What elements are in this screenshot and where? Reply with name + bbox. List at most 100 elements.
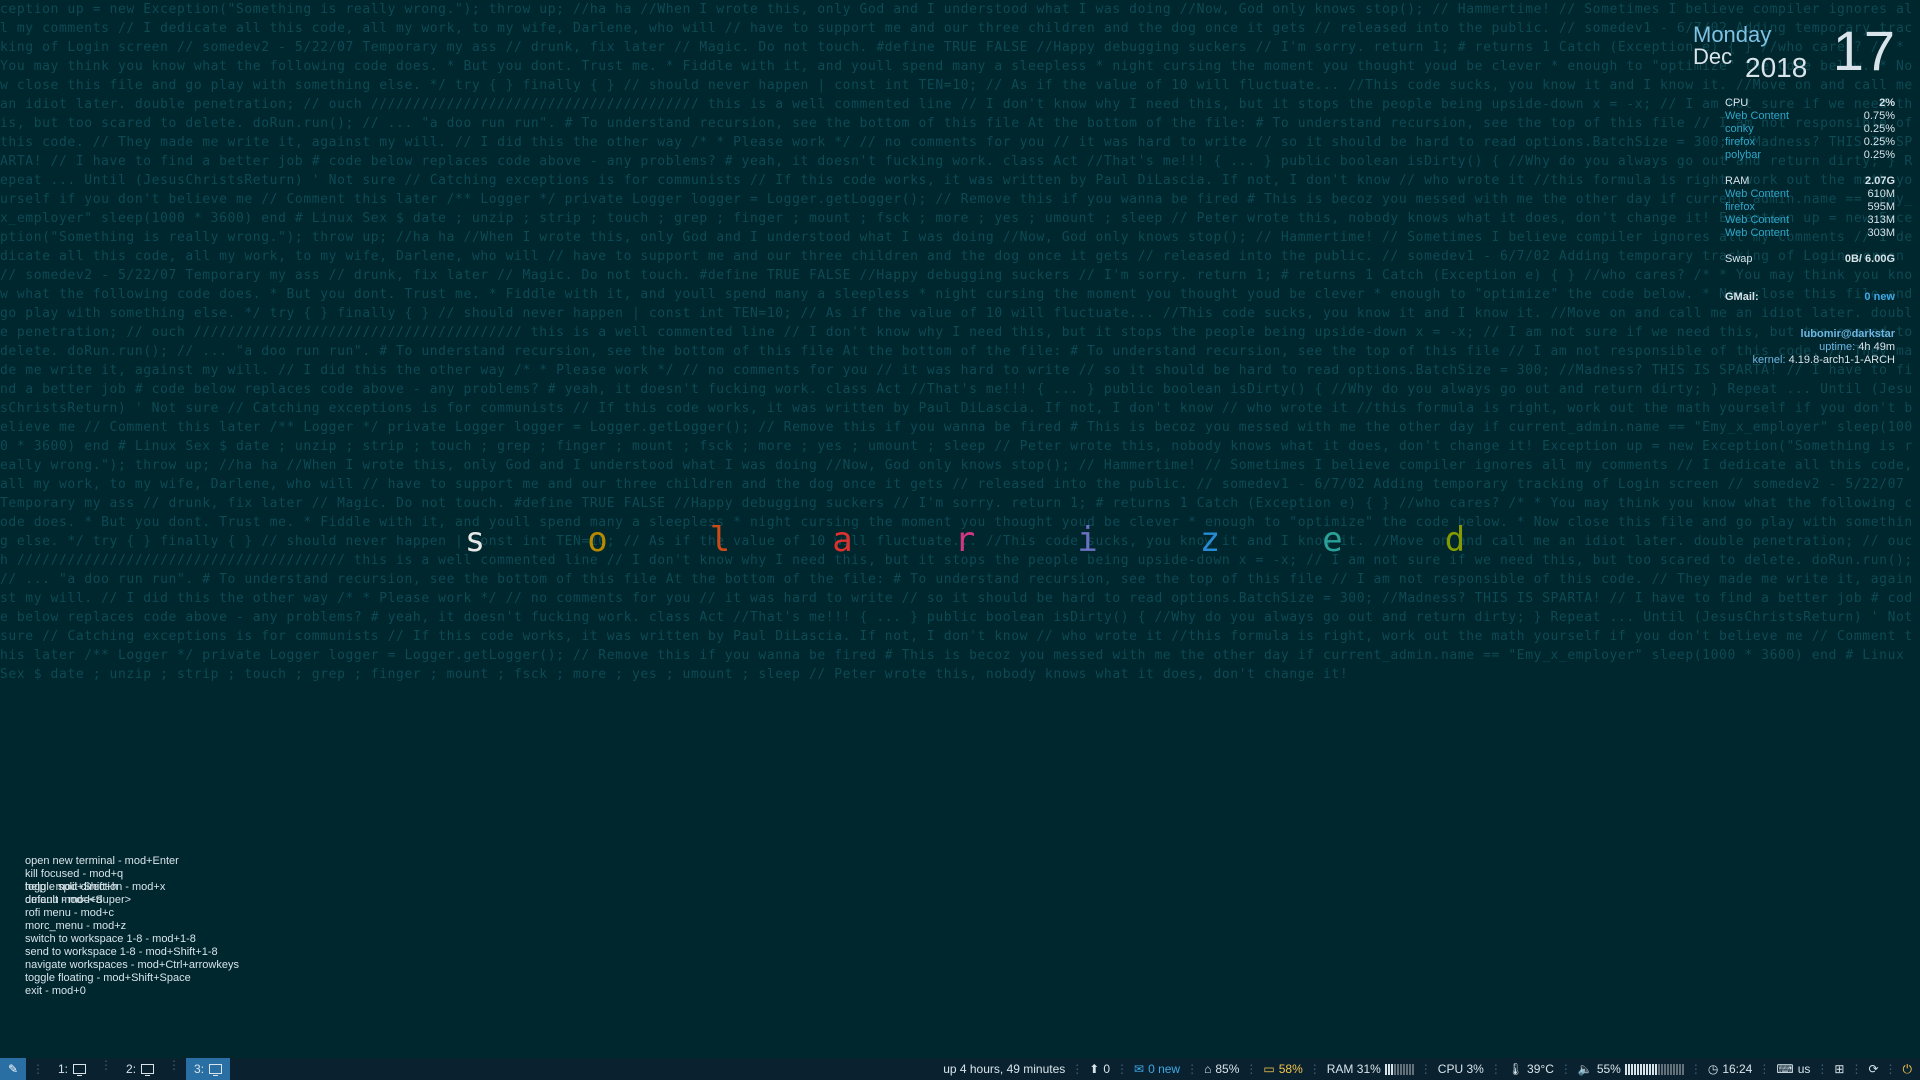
envelope-icon: ✉ (1134, 1062, 1145, 1076)
workspace-list: 1: ⋮ 2: ⋮ 3: (50, 1058, 231, 1080)
workspace-1[interactable]: 1: (50, 1058, 94, 1080)
temperature-module: 🌡 39°C (1507, 1062, 1554, 1076)
battery-icon: ▭ (1263, 1062, 1275, 1076)
ram-process-list: Web Content 610M firefox 595M Web Content 313… (1725, 188, 1895, 240)
keybinding-line: exit - mod+0 (25, 985, 86, 997)
default-mod-line: default mod=<Super> (25, 894, 132, 906)
refresh-icon[interactable]: ⟳ (1868, 1062, 1878, 1076)
gmail-value: 0 new (1864, 291, 1895, 303)
title-letter: o (587, 520, 608, 560)
kernel-value: 4.19.8-arch1-1-ARCH (1788, 354, 1895, 366)
uptime-text: up 4 hours, 49 minutes (943, 1062, 1066, 1076)
keybinding-line: switch to workspace 1-8 - mod+1-8 (25, 933, 196, 945)
updates-module[interactable]: ⬆ 0 (1089, 1062, 1110, 1076)
bar-modules: up 4 hours, 49 minutes ⋮ ⬆ 0 ⋮ ✉ 0 new ⋮ ⌂… (943, 1061, 1913, 1077)
speaker-icon: 🔈 (1577, 1062, 1593, 1076)
day-number: 17 (1832, 19, 1895, 82)
title-letter: d (1444, 520, 1466, 560)
meter-segment (1390, 1063, 1393, 1075)
swap-value: 0B/ 6.00G (1844, 253, 1895, 265)
manjaro-logo-icon[interactable]: ✎ (0, 1058, 26, 1080)
conky-panel: Monday Dec 2018 17 CPU 2% Web Content 0.7… (1693, 0, 1895, 367)
mail-module[interactable]: ✉ 0 new (1134, 1062, 1180, 1076)
process-row: Web Content 303M (1725, 227, 1895, 239)
solarized-title: solarized (455, 520, 1475, 566)
meter-segment (1675, 1063, 1678, 1075)
polybar: ✎ ⋮ 1: ⋮ 2: ⋮ 3: up 4 hours, 49 minutes ⋮ ⬆ 0… (0, 1058, 1920, 1080)
home-icon: ⌂ (1204, 1062, 1212, 1076)
process-row: Web Content 0.75% (1725, 110, 1895, 122)
network-icon[interactable]: ⊞ (1834, 1062, 1844, 1076)
process-row: Web Content 313M (1725, 214, 1895, 226)
keyboard-module[interactable]: ⌨ us (1776, 1062, 1810, 1076)
workspace-3[interactable]: 3: (186, 1058, 231, 1080)
cpu-header: CPU 2% (1725, 97, 1895, 109)
keybinding-line: rofi menu - mod+c (25, 907, 114, 919)
user-host: lubomir@darkstar (1800, 328, 1895, 340)
process-row: Web Content 610M (1725, 188, 1895, 200)
title-letter: z (1199, 520, 1221, 560)
ram-header: RAM 2.07G (1725, 175, 1895, 187)
ram-meter (1384, 1063, 1414, 1075)
meter-segment (1396, 1063, 1399, 1075)
meter-segment (1636, 1063, 1639, 1075)
meter-segment (1678, 1063, 1681, 1075)
volume-module[interactable]: 🔈 55% (1578, 1062, 1684, 1076)
meter-segment (1630, 1063, 1633, 1075)
meter-segment (1657, 1063, 1660, 1075)
meter-segment (1402, 1063, 1405, 1075)
keyboard-icon: ⌨ (1776, 1062, 1794, 1076)
swap-row: Swap 0B/ 6.00G (1725, 253, 1895, 265)
meter-segment (1666, 1063, 1669, 1075)
title-letter: s (464, 520, 486, 560)
power-icon[interactable]: ⏻ (1903, 1062, 1913, 1077)
monitor-icon (141, 1064, 155, 1076)
cpu-process-list: Web Content 0.75% conky 0.25% firefox 0.25% po… (1725, 110, 1895, 162)
ram-value: 2.07G (1865, 175, 1895, 187)
keybinding-line: send to workspace 1-8 - mod+Shift+1-8 (25, 946, 218, 958)
title-letter: i (1077, 520, 1098, 560)
meter-segment (1672, 1063, 1675, 1075)
year: 2018 (1745, 52, 1808, 83)
cpu-module: CPU 3% (1437, 1062, 1484, 1076)
title-letter: l (709, 520, 731, 560)
gmail-row: GMail: 0 new (1725, 291, 1895, 303)
clock-module[interactable]: ◷ 16:24 (1708, 1062, 1753, 1076)
workspace-2[interactable]: 2: (118, 1058, 162, 1080)
thermometer-icon: 🌡 (1507, 1062, 1524, 1076)
monitor-icon (73, 1064, 87, 1076)
meter-segment (1660, 1063, 1663, 1075)
meter-segment (1387, 1063, 1390, 1075)
clock-icon: ◷ (1707, 1062, 1719, 1076)
meter-segment (1399, 1063, 1402, 1075)
keybinding-line: navigate workspaces - mod+Ctrl+arrowkeys (25, 959, 239, 971)
meter-segment (1645, 1063, 1648, 1075)
meter-segment (1624, 1063, 1627, 1075)
keybindings-help: open new terminal - mod+Enter kill focuse… (25, 855, 239, 997)
meter-segment (1651, 1063, 1654, 1075)
cpu-value: 2% (1879, 97, 1895, 109)
date-widget: Monday Dec 2018 17 (1693, 0, 1895, 96)
meter-segment (1669, 1063, 1672, 1075)
meter-segment (1393, 1063, 1396, 1075)
volume-meter[interactable] (1624, 1063, 1684, 1075)
ram-module: RAM 31% (1327, 1062, 1414, 1076)
keybinding-line: toggle floating - mod+Shift+Space (25, 972, 191, 984)
process-row: polybar 0.25% (1725, 149, 1895, 161)
meter-segment (1627, 1063, 1630, 1075)
system-info: lubomir@darkstar uptime: 4h 49m kernel: … (1725, 328, 1895, 367)
title-letter: e (1322, 520, 1343, 560)
meter-segment (1663, 1063, 1666, 1075)
battery-module: ▭ 58% (1263, 1062, 1303, 1076)
uptime-value: 4h 49m (1858, 341, 1895, 353)
meter-segment (1642, 1063, 1645, 1075)
meter-segment (1654, 1063, 1657, 1075)
keybinding-line: morc_menu - mod+z (25, 920, 127, 932)
title-letter: r (954, 520, 976, 560)
process-row: firefox 595M (1725, 201, 1895, 213)
arrow-up-icon: ⬆ (1089, 1062, 1100, 1076)
home-disk-module: ⌂ 85% (1204, 1062, 1240, 1076)
meter-segment (1408, 1063, 1411, 1075)
process-row: firefox 0.25% (1725, 136, 1895, 148)
meter-segment (1384, 1063, 1387, 1075)
